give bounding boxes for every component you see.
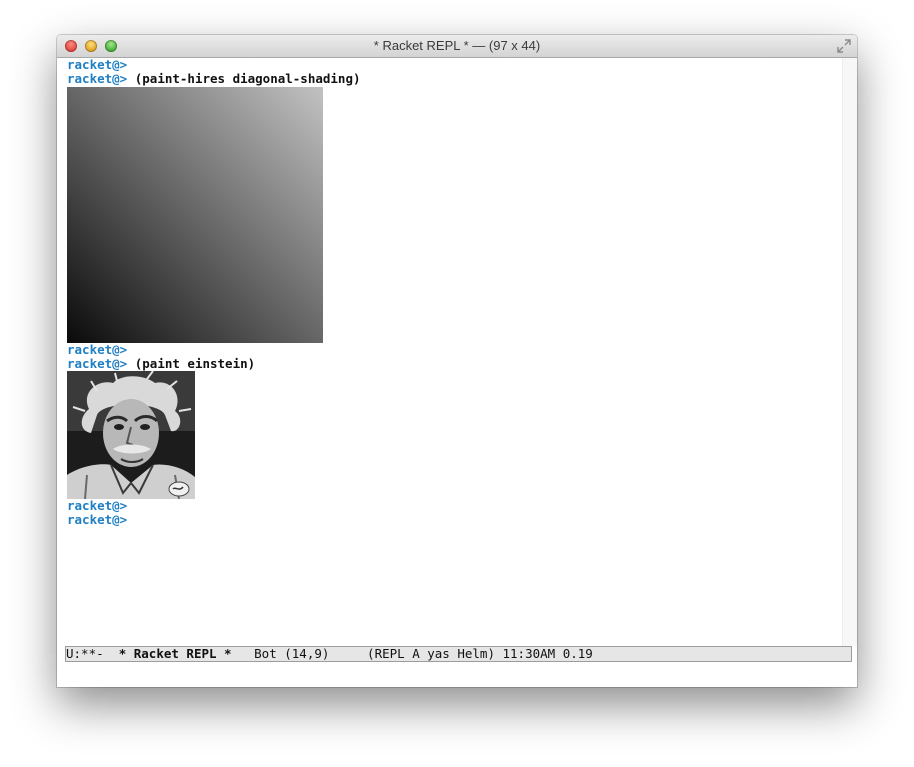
mode-line: U:**- * Racket REPL * Bot (14,9) (REPL A… (65, 646, 852, 662)
repl-prompt: racket@> (67, 356, 128, 371)
repl-prompt: racket@> (67, 57, 128, 72)
repl-prompt: racket@> (67, 342, 128, 357)
repl-line: racket@> (paint-hires diagonal-shading) (67, 72, 361, 86)
repl-prompt: racket@> (67, 498, 128, 513)
modeline-buffer-name: * Racket REPL * (118, 646, 232, 661)
modeline-position: Bot (14,9) (231, 646, 368, 661)
repl-line: racket@> (67, 513, 127, 527)
repl-line: racket@> (paint einstein) (67, 357, 255, 371)
window-title: * Racket REPL * — (97 x 44) (373, 38, 541, 53)
repl-prompt: racket@> (67, 71, 128, 86)
emacs-window: * Racket REPL * — (97 x 44) racket@> rac… (57, 35, 857, 687)
diagonal-shading-image (67, 87, 323, 343)
title-bar[interactable]: * Racket REPL * — (97 x 44) (57, 35, 857, 58)
repl-line: racket@> (67, 58, 127, 72)
modeline-status: U:**- (66, 646, 119, 661)
repl-command: (paint einstein) (127, 356, 256, 371)
vertical-scrollbar[interactable] (842, 58, 857, 646)
repl-prompt: racket@> (67, 512, 128, 527)
repl-line: racket@> (67, 499, 127, 513)
einstein-photo-image (67, 371, 195, 499)
fullscreen-icon[interactable] (837, 39, 851, 53)
repl-buffer[interactable]: racket@> racket@> (paint-hires diagonal-… (57, 58, 857, 646)
minibuffer[interactable] (57, 662, 857, 687)
modeline-modes: (REPL A yas Helm) 11:30AM 0.19 (367, 646, 593, 661)
repl-line: racket@> (67, 343, 127, 357)
repl-command: (paint-hires diagonal-shading) (127, 71, 361, 86)
